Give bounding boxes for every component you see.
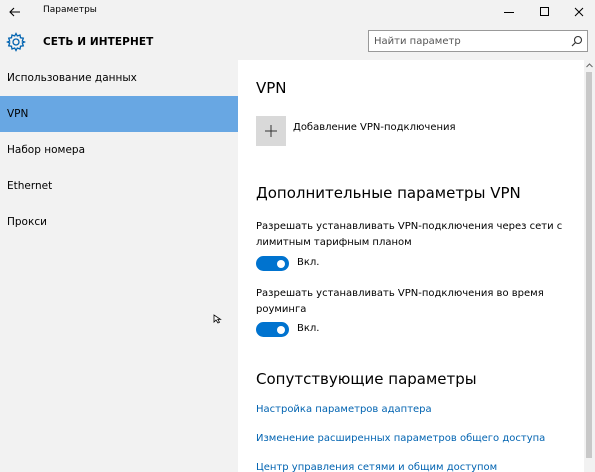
- network-center-link[interactable]: Центр управления сетями и общим доступом: [256, 462, 497, 472]
- sidebar-item-ethernet[interactable]: Ethernet: [0, 168, 238, 204]
- sidebar-item-vpn[interactable]: VPN: [0, 96, 238, 132]
- scroll-thumb[interactable]: [586, 72, 592, 458]
- back-arrow-icon: [9, 7, 20, 17]
- sidebar-item-data-usage[interactable]: Использование данных: [0, 60, 238, 96]
- roaming-toggle-label: Вкл.: [297, 323, 320, 334]
- section-title: СЕТЬ И ИНТЕРНЕТ: [43, 36, 154, 48]
- scrollbar[interactable]: [584, 60, 595, 472]
- sidebar-item-label: Набор номера: [7, 144, 86, 156]
- cursor-icon: [213, 314, 222, 324]
- maximize-button[interactable]: [531, 0, 559, 24]
- sidebar-item-label: Ethernet: [7, 180, 53, 192]
- related-settings-heading: Сопутствующие параметры: [256, 370, 477, 388]
- sidebar-item-label: VPN: [7, 108, 29, 120]
- minimize-button[interactable]: [495, 0, 523, 24]
- advanced-sharing-link[interactable]: Изменение расширенных параметров общего …: [256, 433, 545, 444]
- plus-icon: [265, 125, 277, 137]
- page-title: VPN: [256, 79, 287, 97]
- add-vpn-button[interactable]: [256, 116, 286, 146]
- close-button[interactable]: [565, 0, 593, 24]
- sidebar: Использование данных VPN Набор номера Et…: [0, 60, 238, 472]
- sidebar-item-label: Использование данных: [7, 72, 137, 84]
- metered-toggle-label: Вкл.: [297, 257, 320, 268]
- roaming-description: Разрешать устанавливать VPN-подключения …: [256, 288, 544, 315]
- main-content: VPN Добавление VPN-подключения Дополните…: [238, 60, 584, 472]
- window-title: Параметры: [43, 5, 97, 15]
- advanced-options-heading: Дополнительные параметры VPN: [256, 184, 521, 202]
- adapter-options-link[interactable]: Настройка параметров адаптера: [256, 404, 432, 415]
- back-button[interactable]: [4, 2, 26, 22]
- sidebar-item-proxy[interactable]: Прокси: [0, 204, 238, 240]
- toggle-knob: [277, 259, 285, 268]
- minimize-icon: [504, 12, 514, 13]
- sidebar-item-label: Прокси: [7, 216, 47, 228]
- search-box[interactable]: [368, 30, 588, 52]
- roaming-toggle[interactable]: [256, 322, 289, 337]
- toggle-knob: [277, 325, 285, 334]
- metered-toggle[interactable]: [256, 256, 289, 271]
- gear-icon: [6, 32, 26, 52]
- close-icon: [574, 7, 584, 17]
- search-input[interactable]: [374, 34, 564, 49]
- sidebar-item-dial-up[interactable]: Набор номера: [0, 132, 238, 168]
- title-bar: Параметры: [0, 0, 595, 24]
- search-icon[interactable]: [571, 35, 583, 47]
- add-vpn-label[interactable]: Добавление VPN-подключения: [293, 122, 456, 133]
- maximize-icon: [540, 7, 549, 16]
- scroll-up-icon[interactable]: [586, 62, 593, 69]
- settings-header: СЕТЬ И ИНТЕРНЕТ: [0, 24, 595, 60]
- metered-description: Разрешать устанавливать VPN-подключения …: [256, 221, 563, 248]
